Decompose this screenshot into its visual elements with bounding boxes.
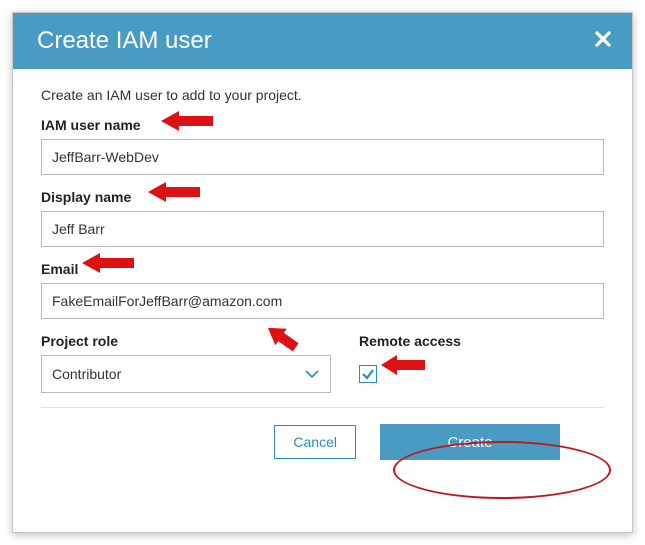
field-remote-access: Remote access: [359, 333, 604, 393]
create-iam-user-dialog: Create IAM user Create an IAM user to ad…: [12, 12, 633, 533]
input-email[interactable]: [41, 283, 604, 319]
field-email: Email: [41, 261, 604, 319]
label-username: IAM user name: [41, 117, 604, 133]
dialog-title: Create IAM user: [37, 27, 212, 55]
select-role[interactable]: Contributor: [41, 355, 331, 393]
field-username: IAM user name: [41, 117, 604, 175]
label-remote-access: Remote access: [359, 333, 604, 349]
input-username[interactable]: [41, 139, 604, 175]
intro-text: Create an IAM user to add to your projec…: [41, 87, 604, 103]
label-role: Project role: [41, 333, 331, 349]
checkbox-remote-access[interactable]: [359, 365, 377, 383]
field-role: Project role Contributor: [41, 333, 331, 393]
dialog-header: Create IAM user: [13, 13, 632, 69]
row-role-remote: Project role Contributor Remote access: [41, 333, 604, 393]
close-icon[interactable]: [594, 28, 612, 54]
cancel-button[interactable]: Cancel: [274, 425, 356, 459]
dialog-body: Create an IAM user to add to your projec…: [13, 69, 632, 460]
label-email: Email: [41, 261, 604, 277]
select-role-value: Contributor: [52, 366, 121, 382]
dialog-footer: Cancel Create: [41, 424, 604, 460]
create-button[interactable]: Create: [380, 424, 560, 460]
field-displayname: Display name: [41, 189, 604, 247]
input-displayname[interactable]: [41, 211, 604, 247]
divider: [41, 407, 604, 408]
label-displayname: Display name: [41, 189, 604, 205]
